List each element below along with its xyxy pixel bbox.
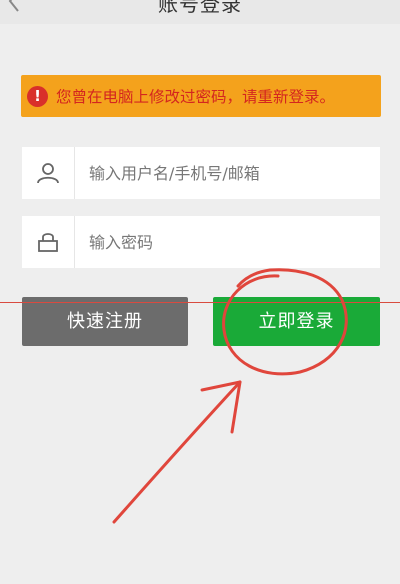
password-icon-wrap [22,216,75,268]
password-changed-alert: ! 您曾在电脑上修改过密码，请重新登录。 [21,75,381,117]
login-button[interactable]: 立即登录 [213,297,380,346]
annotation-arrow-head [200,380,242,434]
username-input[interactable] [87,162,361,184]
alert-message: 您曾在电脑上修改过密码，请重新登录。 [56,88,336,106]
password-input[interactable] [87,231,361,253]
annotation-arrow-shaft [112,380,242,524]
user-icon [37,163,59,184]
top-bar: 账号登录 [0,0,400,24]
annotation-red-line [0,302,400,303]
exclamation-icon: ! [27,85,48,107]
username-icon-wrap [22,147,75,199]
page-title: 账号登录 [158,0,242,16]
username-field[interactable] [22,147,380,199]
password-field[interactable] [22,216,380,268]
lock-icon [38,233,58,252]
quick-register-button[interactable]: 快速注册 [22,297,188,346]
